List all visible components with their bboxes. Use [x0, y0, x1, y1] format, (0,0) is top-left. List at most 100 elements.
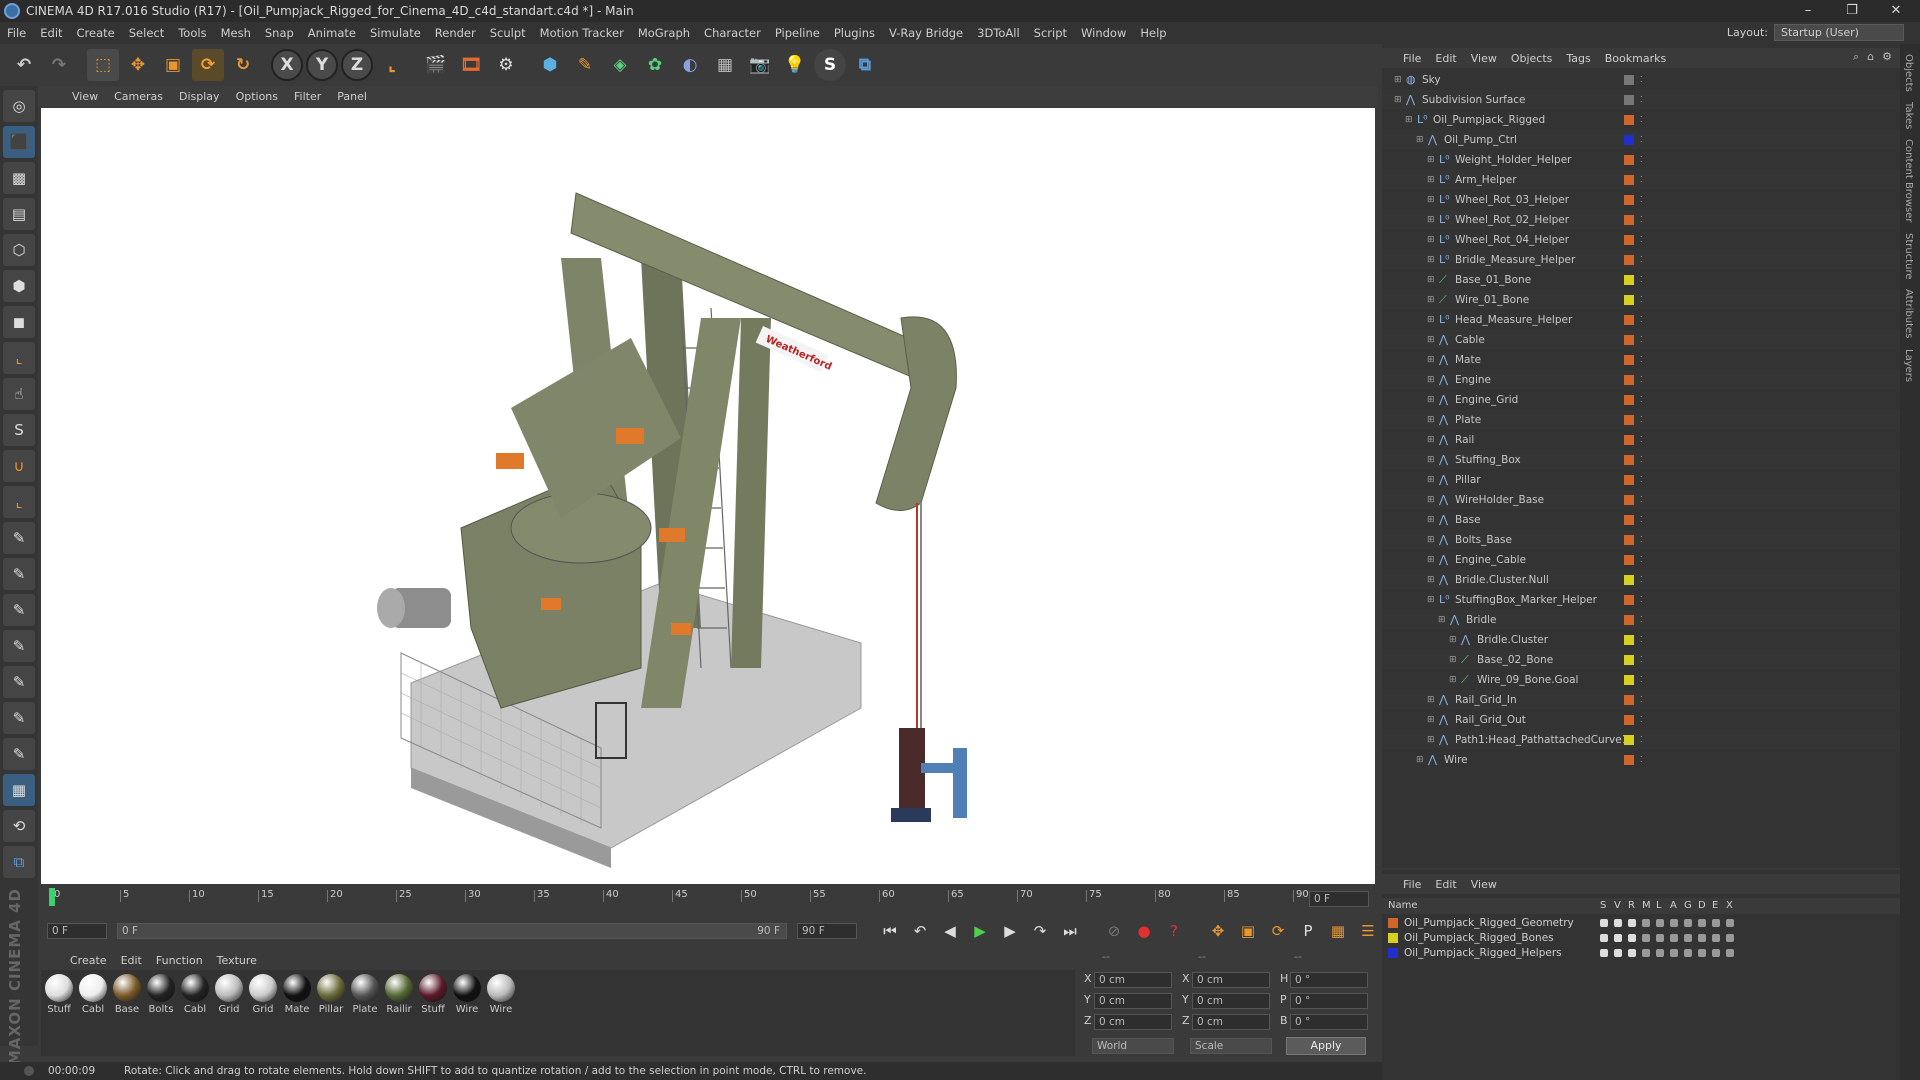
menu-edit[interactable]: Edit — [33, 26, 69, 40]
menu-3dtoall[interactable]: 3DToAll — [970, 26, 1027, 40]
layer-header-m[interactable]: M — [1642, 900, 1651, 911]
object-row[interactable]: ⊞ ⋀ Engine_Grid ⁚ — [1382, 390, 1900, 409]
layer-toggle-icon[interactable] — [1684, 934, 1692, 942]
layer-color-swatch[interactable] — [1624, 654, 1634, 665]
layer-toggle-icon[interactable] — [1600, 919, 1608, 927]
menu-snap[interactable]: Snap — [258, 26, 301, 40]
layout-dropdown[interactable]: Startup (User) — [1774, 24, 1904, 41]
object-row[interactable]: ⊞ ⋀ Oil_Pump_Ctrl ⁚ — [1382, 130, 1900, 149]
side-tab-takes[interactable]: Takes — [1903, 102, 1914, 129]
visibility-dots-icon[interactable]: ⁚ — [1640, 455, 1643, 464]
timeline-window-icon[interactable]: ☰ — [1355, 918, 1381, 944]
visibility-dots-icon[interactable]: ⁚ — [1640, 395, 1643, 404]
layer-toggle-icon[interactable] — [1628, 949, 1636, 957]
menu-mograph[interactable]: MoGraph — [631, 26, 697, 40]
layer-header-r[interactable]: R — [1628, 900, 1635, 911]
y-axis-icon[interactable]: Y — [306, 49, 338, 81]
expand-icon[interactable]: ⊞ — [1394, 75, 1402, 85]
layer-toggle-icon[interactable] — [1670, 934, 1678, 942]
expand-icon[interactable]: ⊞ — [1427, 495, 1435, 505]
visibility-dots-icon[interactable]: ⁚ — [1640, 155, 1643, 164]
expand-icon[interactable]: ⊞ — [1427, 515, 1435, 525]
layer-toggle-icon[interactable] — [1684, 919, 1692, 927]
menu-window[interactable]: Window — [1074, 26, 1133, 40]
layer-toggle-icon[interactable] — [1656, 949, 1664, 957]
layer-color-swatch[interactable] — [1624, 614, 1634, 625]
render-view-icon[interactable]: 🎬 — [420, 49, 452, 81]
autokey-icon[interactable]: ? — [1161, 918, 1187, 944]
layer-header-x[interactable]: X — [1726, 900, 1733, 911]
visibility-dots-icon[interactable]: ⁚ — [1640, 215, 1643, 224]
layer-color-swatch[interactable] — [1624, 294, 1634, 305]
menu-create[interactable]: Create — [70, 26, 122, 40]
tweak-mode-icon[interactable]: ☝ — [3, 378, 35, 410]
visibility-dots-icon[interactable]: ⁚ — [1640, 315, 1643, 324]
locked-workplane-icon[interactable]: ⌞ — [3, 486, 35, 518]
object-menu-bookmarks[interactable]: Bookmarks — [1598, 52, 1673, 65]
layer-color-swatch[interactable] — [1624, 414, 1634, 425]
expand-icon[interactable]: ⊞ — [1416, 135, 1424, 145]
object-row[interactable]: ⊞ L⁰ Head_Measure_Helper ⁚ — [1382, 310, 1900, 329]
object-row[interactable]: ⊞ ⟋ Wire_09_Bone.Goal ⁚ — [1382, 670, 1900, 689]
object-row[interactable]: ⊞ ⟋ Base_01_Bone ⁚ — [1382, 270, 1900, 289]
object-row[interactable]: ⊞ L⁰ Weight_Holder_Helper ⁚ — [1382, 150, 1900, 169]
material-swatch[interactable]: Stuff — [43, 974, 75, 1015]
position-field[interactable]: 0 cm — [1094, 1014, 1172, 1030]
expand-icon[interactable]: ⊞ — [1427, 295, 1435, 305]
material-menu-create[interactable]: Create — [63, 954, 114, 967]
python-icon[interactable]: ⧉ — [849, 49, 881, 81]
object-row[interactable]: ⊞ ⋀ Base ⁚ — [1382, 510, 1900, 529]
expand-icon[interactable]: ⊞ — [1438, 615, 1446, 625]
home-icon[interactable]: ⌂ — [1867, 50, 1874, 64]
object-row[interactable]: ⊞ ⟋ Base_02_Bone ⁚ — [1382, 650, 1900, 669]
record-disabled-icon[interactable]: ⊘ — [1101, 918, 1127, 944]
layer-color-swatch[interactable] — [1624, 434, 1634, 445]
layer-toggle-icon[interactable] — [1614, 949, 1622, 957]
object-row[interactable]: ⊞ ⋀ Subdivision Surface ⁚ — [1382, 90, 1900, 109]
expand-icon[interactable]: ⊞ — [1427, 375, 1435, 385]
viewport-menu-filter[interactable]: Filter — [286, 90, 329, 103]
polygons-mode-icon[interactable]: ◼ — [3, 306, 35, 338]
go-to-start-icon[interactable]: ⏮ — [877, 918, 903, 944]
layer-header-a[interactable]: A — [1670, 900, 1677, 911]
expand-icon[interactable]: ⊞ — [1427, 455, 1435, 465]
object-row[interactable]: ⊞ ⋀ Mate ⁚ — [1382, 350, 1900, 369]
texture-mode-icon[interactable]: ▩ — [3, 162, 35, 194]
expand-icon[interactable]: ⊞ — [1427, 195, 1435, 205]
layer-toggle-icon[interactable] — [1670, 919, 1678, 927]
layer-color-swatch[interactable] — [1624, 554, 1634, 565]
redo-icon[interactable]: ↷ — [43, 49, 75, 81]
menu-motion-tracker[interactable]: Motion Tracker — [533, 26, 631, 40]
layer-color-swatch[interactable] — [1624, 234, 1634, 245]
expand-icon[interactable]: ⊞ — [1449, 635, 1457, 645]
expand-icon[interactable]: ⊞ — [1427, 155, 1435, 165]
undo-icon[interactable]: ↶ — [8, 49, 40, 81]
expand-icon[interactable]: ⊞ — [1449, 675, 1457, 685]
layer-color-swatch[interactable] — [1624, 194, 1634, 205]
layer-color-swatch[interactable] — [1624, 154, 1634, 165]
expand-icon[interactable]: ⊞ — [1427, 715, 1435, 725]
visibility-dots-icon[interactable]: ⁚ — [1640, 115, 1643, 124]
layer-toggle-icon[interactable] — [1670, 949, 1678, 957]
menu-mesh[interactable]: Mesh — [214, 26, 258, 40]
layer-toggle-icon[interactable] — [1656, 934, 1664, 942]
deformer-icon[interactable]: ◐ — [674, 49, 706, 81]
layer-header-s[interactable]: S — [1600, 900, 1606, 911]
snap-icon[interactable]: S — [3, 414, 35, 446]
side-tab-attributes[interactable]: Attributes — [1903, 289, 1914, 338]
layer-color-swatch[interactable] — [1624, 734, 1634, 745]
visibility-dots-icon[interactable]: ⁚ — [1640, 435, 1643, 444]
size-field[interactable]: 0 cm — [1192, 972, 1270, 988]
layer-row[interactable]: Oil_Pumpjack_Rigged_Geometry — [1382, 916, 1900, 930]
menu-pipeline[interactable]: Pipeline — [768, 26, 827, 40]
size-field[interactable]: 0 cm — [1192, 993, 1270, 1009]
record-icon[interactable]: ● — [1131, 918, 1157, 944]
visibility-dots-icon[interactable]: ⁚ — [1640, 715, 1643, 724]
layer-toggle-icon[interactable] — [1656, 919, 1664, 927]
material-swatch[interactable]: Wire — [485, 974, 517, 1015]
x-axis-icon[interactable]: X — [271, 49, 303, 81]
expand-icon[interactable]: ⊞ — [1427, 255, 1435, 265]
sculpt-flatten-icon[interactable]: ✎ — [3, 702, 35, 734]
expand-icon[interactable]: ⊞ — [1427, 535, 1435, 545]
minimize-button[interactable]: – — [1786, 0, 1830, 22]
